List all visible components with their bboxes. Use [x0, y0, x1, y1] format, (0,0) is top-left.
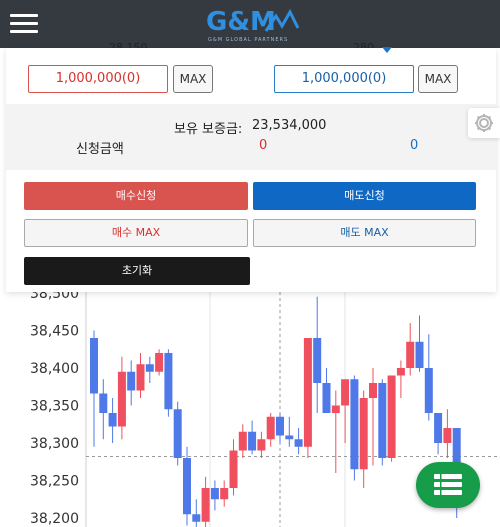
buy-max-button[interactable]: MAX: [173, 65, 213, 93]
price-marker-icon: [382, 47, 392, 53]
candle-body: [192, 514, 201, 522]
buy-max-order-button[interactable]: 매수 MAX: [24, 219, 248, 247]
candle-body: [322, 383, 331, 413]
sell-amount-value: 0: [410, 138, 419, 153]
candle-body: [285, 435, 294, 440]
candle-body: [266, 416, 275, 440]
margin-label: 보유 보증금:: [174, 122, 243, 137]
reset-button[interactable]: 초기화: [24, 257, 250, 285]
candle-body: [369, 383, 377, 398]
candle-body: [303, 338, 312, 447]
svg-text:G&M: G&M: [206, 7, 276, 37]
candle-body: [434, 413, 443, 443]
trading-page: 38,500 38,450 38,400 38,350 38,300 38,250 38,2…: [0, 0, 500, 527]
candle-body: [276, 416, 284, 436]
y-tick-label: 38,300: [30, 436, 79, 452]
candle-body: [443, 428, 452, 443]
candle-body: [238, 431, 247, 451]
candle-body: [248, 431, 257, 451]
candle-body: [313, 338, 322, 383]
apply-amount-label: 신청금액: [76, 142, 124, 157]
margin-value: 23,534,000: [252, 118, 327, 133]
candle-body: [415, 341, 424, 368]
sell-max-order-button[interactable]: 매도 MAX: [253, 219, 476, 247]
buy-price-label: 28,150: [109, 42, 148, 48]
y-tick-label: 38,350: [30, 399, 79, 415]
candle-body: [331, 405, 340, 413]
candle-body: [164, 353, 173, 410]
candle-body: [220, 488, 229, 500]
hamburger-menu-icon[interactable]: [8, 10, 40, 38]
sell-max-button[interactable]: MAX: [418, 65, 458, 93]
y-tick-label: 38,400: [30, 361, 79, 377]
list-icon: [434, 474, 462, 495]
candle-body: [145, 364, 154, 372]
settings-gear-icon[interactable]: [468, 108, 500, 138]
info-box: 보유 보증금: 23,534,000 신청금액 0 0: [6, 104, 496, 170]
logo: G&M G&M GLOBAL PARTNERS: [200, 4, 304, 44]
sell-price-label: 280: [353, 42, 374, 48]
candle-body: [117, 371, 126, 427]
trade-panel: 28,150 280 1,000,000(0) MAX 1,000,000(0)…: [6, 42, 496, 292]
sell-quantity-input[interactable]: 1,000,000(0): [274, 65, 414, 93]
candle-body: [108, 413, 117, 427]
candle-body: [294, 439, 303, 447]
candle-body: [424, 368, 433, 413]
buy-quantity-input[interactable]: 1,000,000(0): [28, 65, 168, 93]
candle-body: [127, 371, 136, 391]
candle-body: [90, 338, 98, 394]
candle-body: [136, 364, 145, 391]
svg-text:G&M GLOBAL PARTNERS: G&M GLOBAL PARTNERS: [208, 37, 288, 43]
y-tick-label: 38,200: [30, 511, 79, 527]
candle-body: [378, 383, 387, 458]
candle-body: [210, 488, 219, 500]
buy-amount-value: 0: [259, 138, 268, 153]
candle-body: [350, 379, 359, 470]
top-bar: G&M G&M GLOBAL PARTNERS: [0, 0, 500, 48]
candle-body: [99, 393, 108, 413]
candle-body: [387, 375, 396, 458]
sell-order-button[interactable]: 매도신청: [253, 182, 476, 210]
candle-body: [396, 368, 405, 376]
candle-body: [406, 341, 415, 368]
candle-body: [359, 398, 368, 470]
candle-body: [229, 450, 238, 488]
logo-mark: G&M G&M GLOBAL PARTNERS: [206, 7, 300, 43]
candle-body: [341, 379, 350, 406]
order-list-button[interactable]: [416, 462, 480, 508]
y-tick-label: 38,250: [30, 474, 79, 490]
candle-body: [183, 458, 191, 515]
buy-order-button[interactable]: 매수신청: [24, 182, 248, 210]
candle-body: [155, 353, 164, 372]
candle-body: [257, 439, 266, 451]
candle-body: [173, 409, 182, 458]
candle-body: [201, 488, 210, 522]
y-tick-label: 38,450: [30, 324, 79, 340]
